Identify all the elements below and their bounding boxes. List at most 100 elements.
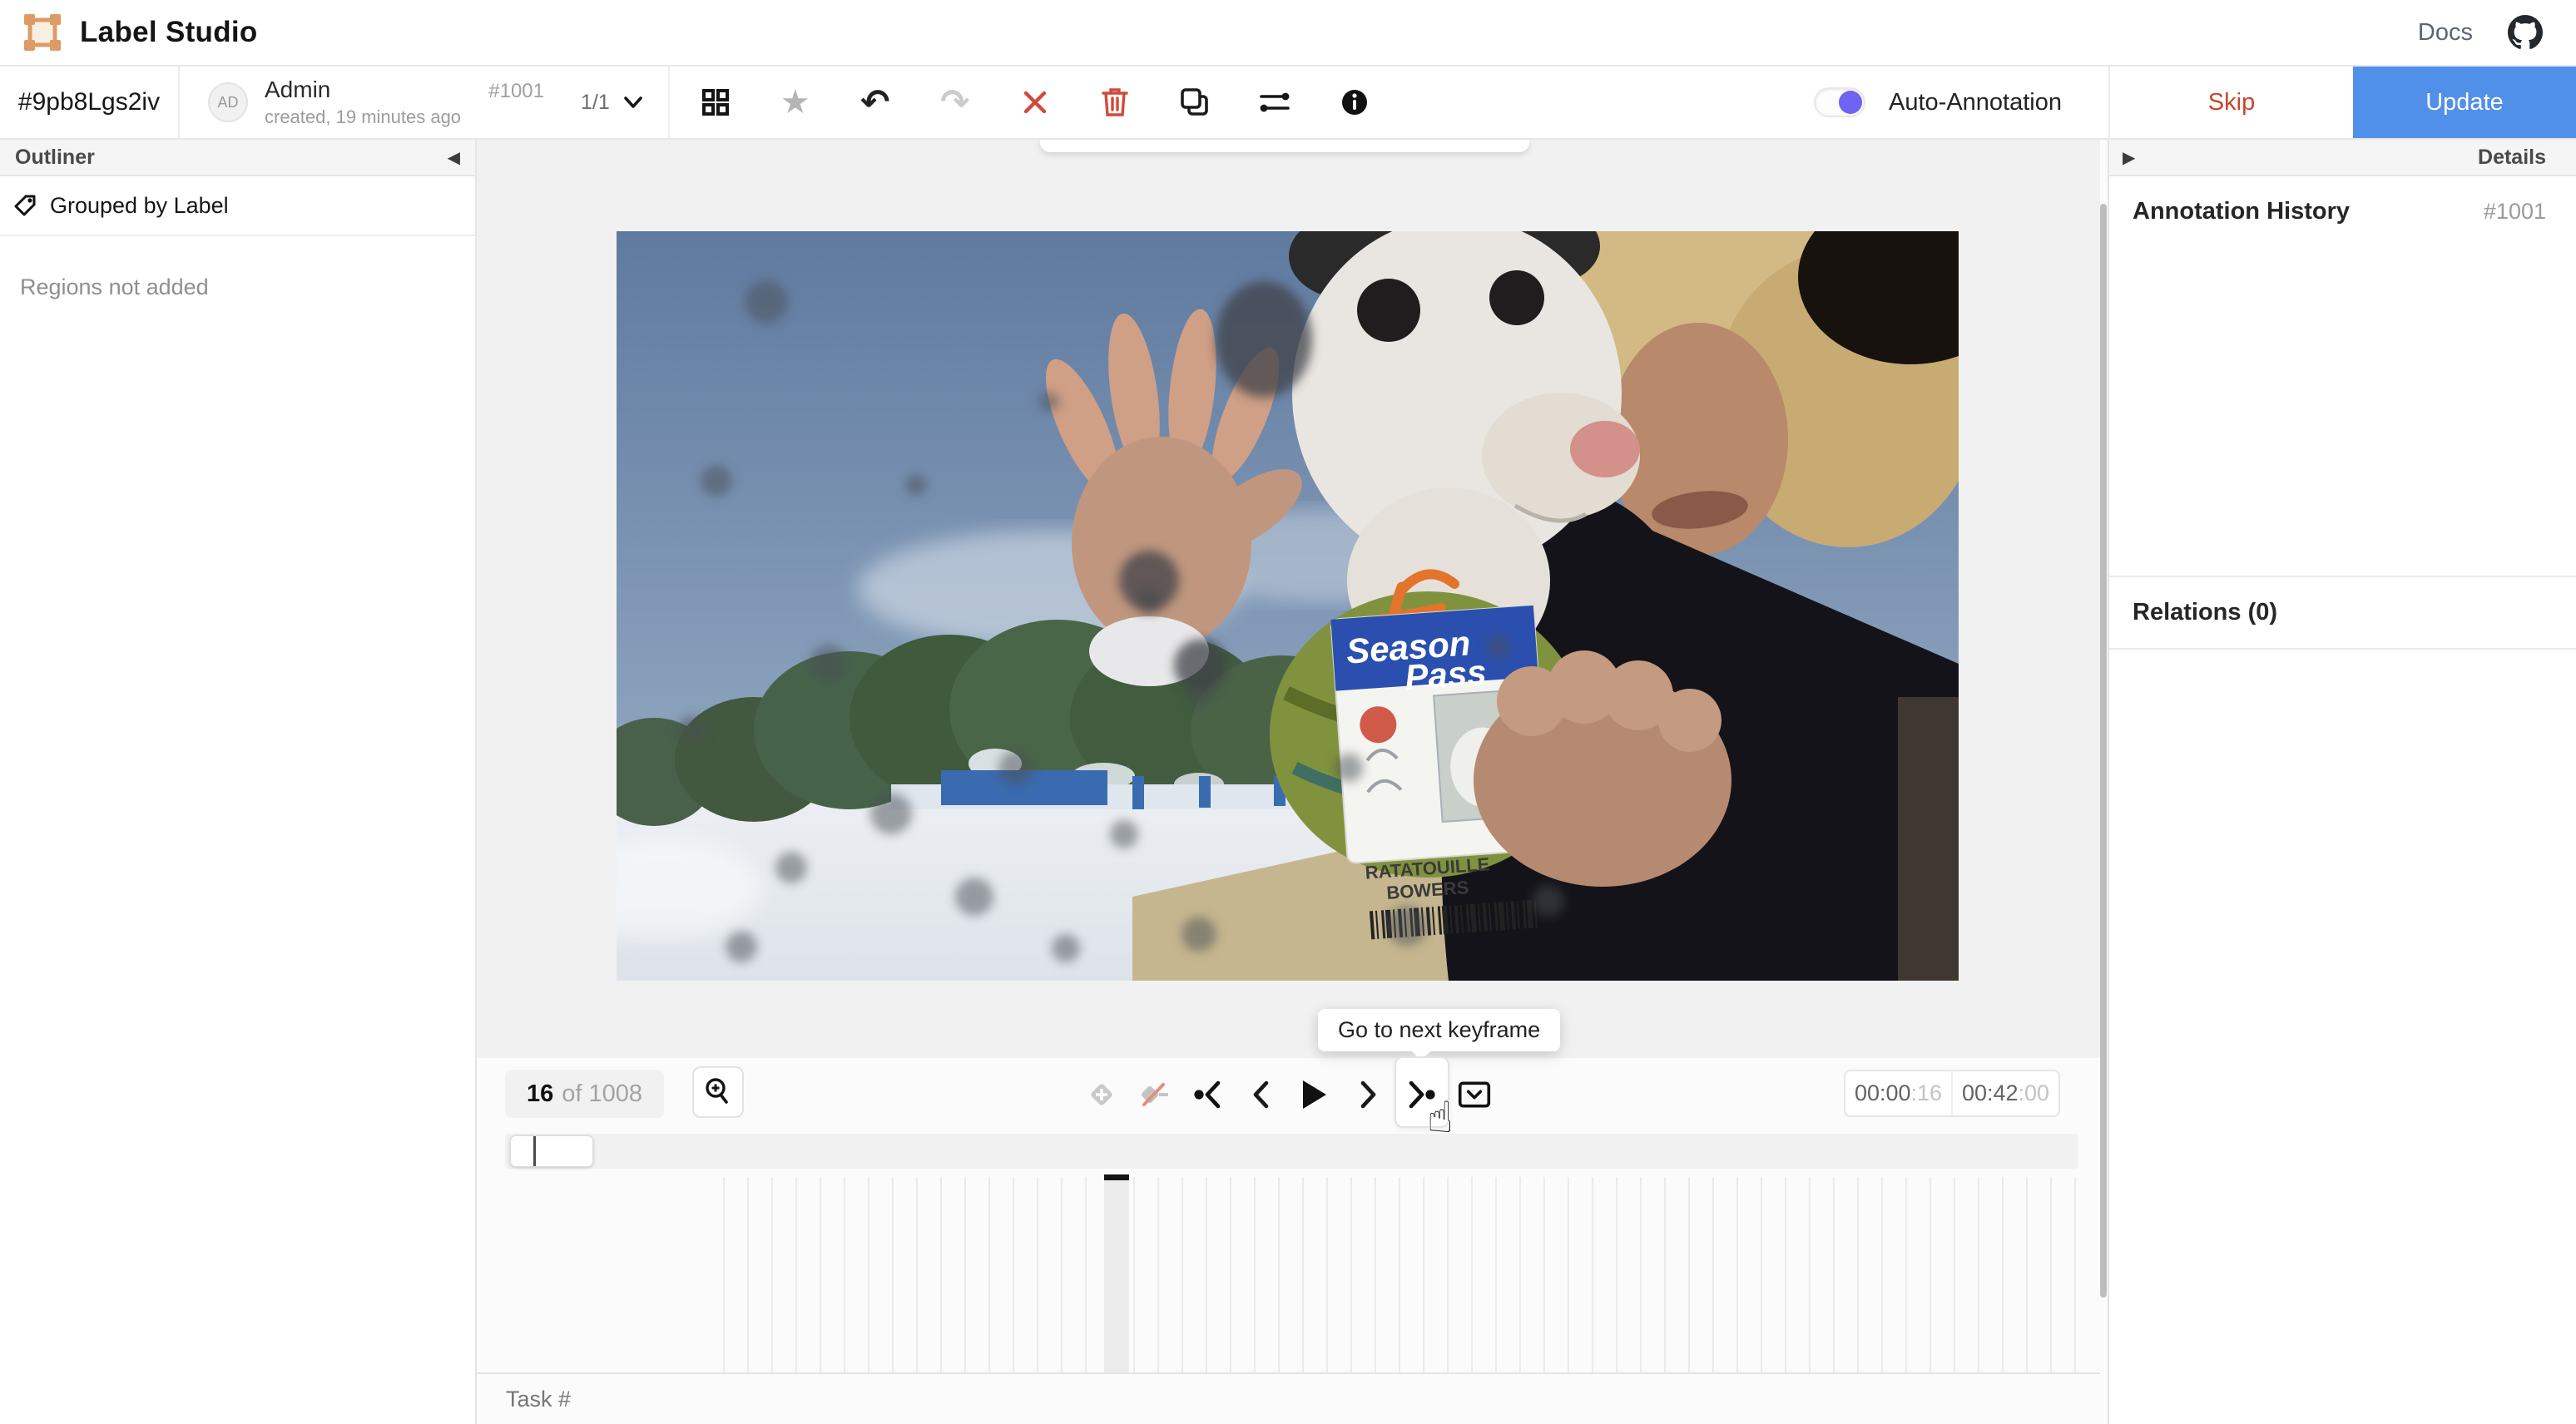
timeline-footer: Task #	[477, 1374, 2100, 1424]
scrollbar-track	[2100, 140, 2108, 1424]
regions-empty-message: Regions not added	[20, 274, 475, 300]
interpolation-toggle-button[interactable]	[1138, 1071, 1172, 1118]
tag-icon	[13, 194, 37, 217]
tooltip: Go to next keyframe	[1318, 1009, 1560, 1051]
relations-header[interactable]: Relations (0)	[2109, 576, 2576, 650]
delete-button[interactable]	[1087, 75, 1142, 130]
playback-controls	[1085, 1070, 1491, 1120]
region-toolbar-partial	[1040, 140, 1529, 152]
collapse-timeline-icon	[1458, 1080, 1491, 1110]
annotation-toolbar: ★ ↶ ↷	[670, 75, 1400, 130]
info-button[interactable]	[1327, 75, 1382, 130]
redo-icon: ↷	[940, 85, 969, 120]
avatar: AD	[208, 82, 248, 122]
frames-timeline[interactable]	[477, 1177, 2100, 1374]
skip-button[interactable]: Skip	[2108, 67, 2353, 138]
collapse-left-icon[interactable]: ◀	[448, 149, 460, 166]
info-icon	[1341, 89, 1368, 116]
duplicate-button[interactable]	[1167, 75, 1222, 130]
annotation-history-title: Annotation History	[2133, 198, 2350, 225]
docs-link[interactable]: Docs	[2418, 19, 2473, 47]
sliders-icon	[1259, 90, 1290, 115]
chevron-left-icon	[1252, 1080, 1271, 1109]
add-keyframe-button[interactable]	[1085, 1071, 1118, 1118]
seek-handle[interactable]	[510, 1135, 593, 1167]
time-total: 00:42:00	[1951, 1071, 2058, 1115]
outliner-panel: Outliner ◀ Grouped by Label Regions not …	[0, 140, 477, 1424]
next-frame-button[interactable]	[1351, 1071, 1385, 1118]
relations-title: Relations (0)	[2133, 599, 2277, 626]
annotation-id: #1001	[488, 80, 544, 103]
ground-truth-button[interactable]: ★	[768, 75, 823, 130]
undo-button[interactable]: ↶	[848, 75, 903, 130]
seek-track[interactable]	[505, 1134, 2078, 1169]
label-studio-logo-icon	[23, 13, 62, 52]
current-frame-column	[1104, 1177, 1129, 1372]
update-button[interactable]: Update	[2353, 67, 2576, 138]
reset-button[interactable]	[1008, 75, 1063, 130]
frame-counter[interactable]: 16 of 1008	[505, 1070, 664, 1118]
time-display: 00:00:16 00:42:00	[1844, 1070, 2060, 1117]
collapse-right-icon[interactable]: ▶	[2123, 149, 2135, 166]
settings-button[interactable]	[1247, 75, 1302, 130]
details-title: Details	[2478, 146, 2546, 170]
auto-annotation-toggle[interactable]	[1814, 87, 1865, 117]
annotation-author: Admin	[265, 77, 330, 103]
keyframe-add-icon	[1086, 1079, 1117, 1110]
group-by-label-selector[interactable]: Grouped by Label	[0, 176, 475, 236]
chevron-down-icon	[623, 96, 643, 109]
pager-label: 1/1	[581, 91, 610, 115]
collapse-timeline-button[interactable]	[1458, 1071, 1491, 1118]
play-icon	[1301, 1079, 1328, 1110]
video-workspace: Season Pass RATATOUILLE BOWERS	[477, 140, 2100, 1424]
copy-icon	[1180, 87, 1210, 117]
scrollbar-thumb[interactable]	[2100, 204, 2107, 1298]
undo-icon: ↶	[860, 85, 889, 120]
annotation-selector[interactable]: AD Admin #1001 created, 19 minutes ago	[180, 77, 572, 128]
time-total-main: 00:42	[1962, 1080, 2019, 1106]
annotation-history-header[interactable]: Annotation History #1001	[2109, 176, 2576, 247]
chevron-right-icon	[1359, 1080, 1377, 1109]
toggle-knob	[1839, 91, 1862, 114]
video-scene: Season Pass RATATOUILLE BOWERS	[617, 231, 1959, 981]
frame-total: of 1008	[562, 1080, 642, 1108]
github-icon[interactable]	[2508, 15, 2543, 50]
grid-icon	[701, 88, 730, 116]
badge-line2: Pass	[1404, 652, 1488, 697]
label-studio-app: Label Studio Docs #9pb8Lgs2iv AD Admin #…	[0, 0, 2576, 1424]
seek-position-indicator	[533, 1136, 536, 1166]
star-icon: ★	[780, 86, 810, 119]
play-button[interactable]	[1298, 1071, 1331, 1118]
annotation-history-id: #1001	[2484, 199, 2546, 225]
zoom-in-button[interactable]	[692, 1066, 744, 1118]
annotation-history-body	[2109, 247, 2576, 576]
cross-icon	[1023, 90, 1048, 115]
video-frame[interactable]: Season Pass RATATOUILLE BOWERS	[617, 231, 1959, 981]
current-frame-tick	[1104, 1174, 1129, 1180]
group-by-label-text: Grouped by Label	[50, 193, 229, 219]
trash-icon	[1102, 87, 1128, 117]
task-id: #9pb8Lgs2iv	[0, 88, 178, 116]
prev-keyframe-icon	[1193, 1080, 1223, 1109]
frame-gridlines	[723, 1177, 2078, 1372]
auto-annotation-zone: Auto-Annotation	[1814, 87, 2108, 117]
time-total-frames: :00	[2019, 1080, 2050, 1106]
annotation-created: created, 19 minutes ago	[265, 106, 544, 128]
frame-current: 16	[527, 1080, 553, 1108]
next-keyframe-button[interactable]	[1404, 1071, 1438, 1118]
time-current: 00:00:16	[1845, 1071, 1951, 1115]
task-label: Task #	[506, 1387, 571, 1412]
grid-view-button[interactable]	[688, 75, 743, 130]
app-title: Label Studio	[80, 16, 258, 49]
prev-frame-button[interactable]	[1245, 1071, 1278, 1118]
annotation-pager[interactable]: 1/1	[572, 91, 668, 115]
prev-keyframe-button[interactable]	[1191, 1071, 1225, 1118]
auto-annotation-label: Auto-Annotation	[1889, 89, 2062, 116]
time-current-main: 00:00	[1855, 1080, 1911, 1106]
keyframe-slash-icon	[1138, 1080, 1172, 1109]
time-current-frames: :16	[1911, 1080, 1943, 1106]
video-stage: Season Pass RATATOUILLE BOWERS	[477, 140, 2100, 1058]
redo-button[interactable]: ↷	[928, 75, 983, 130]
top-nav: Label Studio Docs	[0, 0, 2576, 67]
zoom-in-icon	[704, 1077, 732, 1107]
